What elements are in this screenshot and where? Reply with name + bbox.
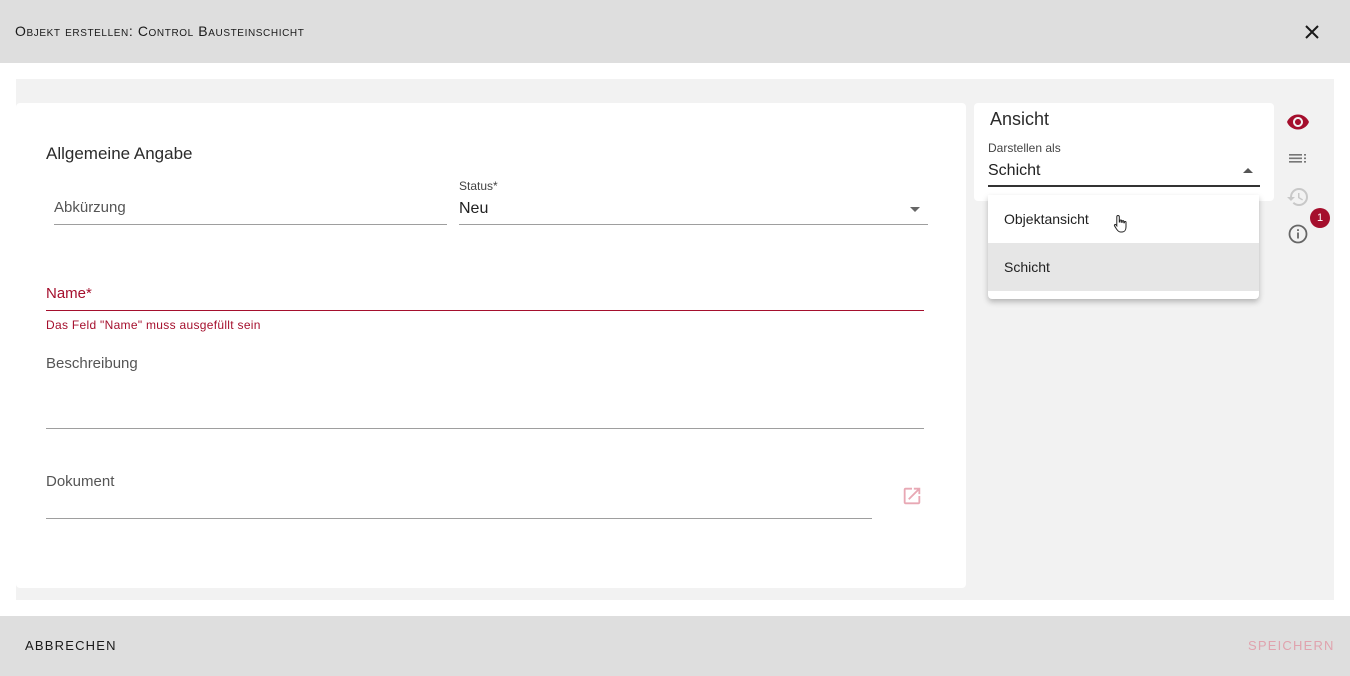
display-as-underline: [988, 185, 1260, 187]
option-schicht[interactable]: Schicht: [988, 243, 1259, 291]
name-label: Name*: [46, 285, 92, 302]
history-icon: [1287, 188, 1308, 206]
abkuerzung-underline: [54, 224, 447, 225]
name-error-message: Das Feld "Name" muss ausgefüllt sein: [46, 318, 261, 332]
history-button[interactable]: [1286, 185, 1310, 209]
name-underline: [46, 310, 924, 311]
dokument-label: Dokument: [46, 473, 115, 490]
hand-cursor-icon: [1113, 214, 1127, 233]
info-button[interactable]: [1286, 222, 1310, 246]
chevron-down-icon: [910, 207, 920, 212]
eye-icon: [1287, 114, 1309, 130]
display-as-dropdown: Objektansicht Schicht: [988, 195, 1259, 299]
dialog-content: Allgemeine Angabe Abkürzung Status* Neu …: [16, 79, 1334, 600]
status-value: Neu: [459, 200, 489, 217]
close-icon: [1305, 25, 1319, 39]
display-as-label: Darstellen als: [988, 141, 1061, 155]
list-icon: [1289, 154, 1306, 163]
notification-badge: 1: [1310, 208, 1330, 228]
view-toggle-button[interactable]: [1286, 110, 1310, 134]
view-card: Ansicht Darstellen als Schicht: [974, 103, 1274, 201]
open-in-new-icon: [903, 487, 921, 505]
info-icon: [1288, 224, 1308, 244]
dialog-footer: ABBRECHEN SPEICHERN: [0, 616, 1350, 676]
beschreibung-label: Beschreibung: [46, 355, 138, 372]
beschreibung-underline: [46, 428, 924, 429]
general-info-card: Allgemeine Angabe Abkürzung Status* Neu …: [16, 103, 966, 588]
dokument-underline: [46, 518, 872, 519]
dialog-header: Objekt erstellen: Control Bausteinschich…: [0, 0, 1350, 63]
dialog-title: Objekt erstellen: Control Bausteinschich…: [15, 23, 305, 39]
view-title: Ansicht: [990, 109, 1050, 129]
list-button[interactable]: [1286, 147, 1310, 171]
open-document-button[interactable]: [901, 485, 923, 507]
abkuerzung-label: Abkürzung: [54, 199, 126, 216]
cancel-button[interactable]: ABBRECHEN: [25, 638, 117, 653]
status-label: Status*: [459, 179, 498, 193]
save-button[interactable]: SPEICHERN: [1248, 638, 1335, 653]
chevron-up-icon: [1243, 168, 1253, 173]
display-as-value: Schicht: [988, 162, 1041, 179]
close-button[interactable]: [1300, 20, 1324, 44]
section-title: Allgemeine Angabe: [46, 144, 193, 163]
status-underline: [459, 224, 928, 225]
